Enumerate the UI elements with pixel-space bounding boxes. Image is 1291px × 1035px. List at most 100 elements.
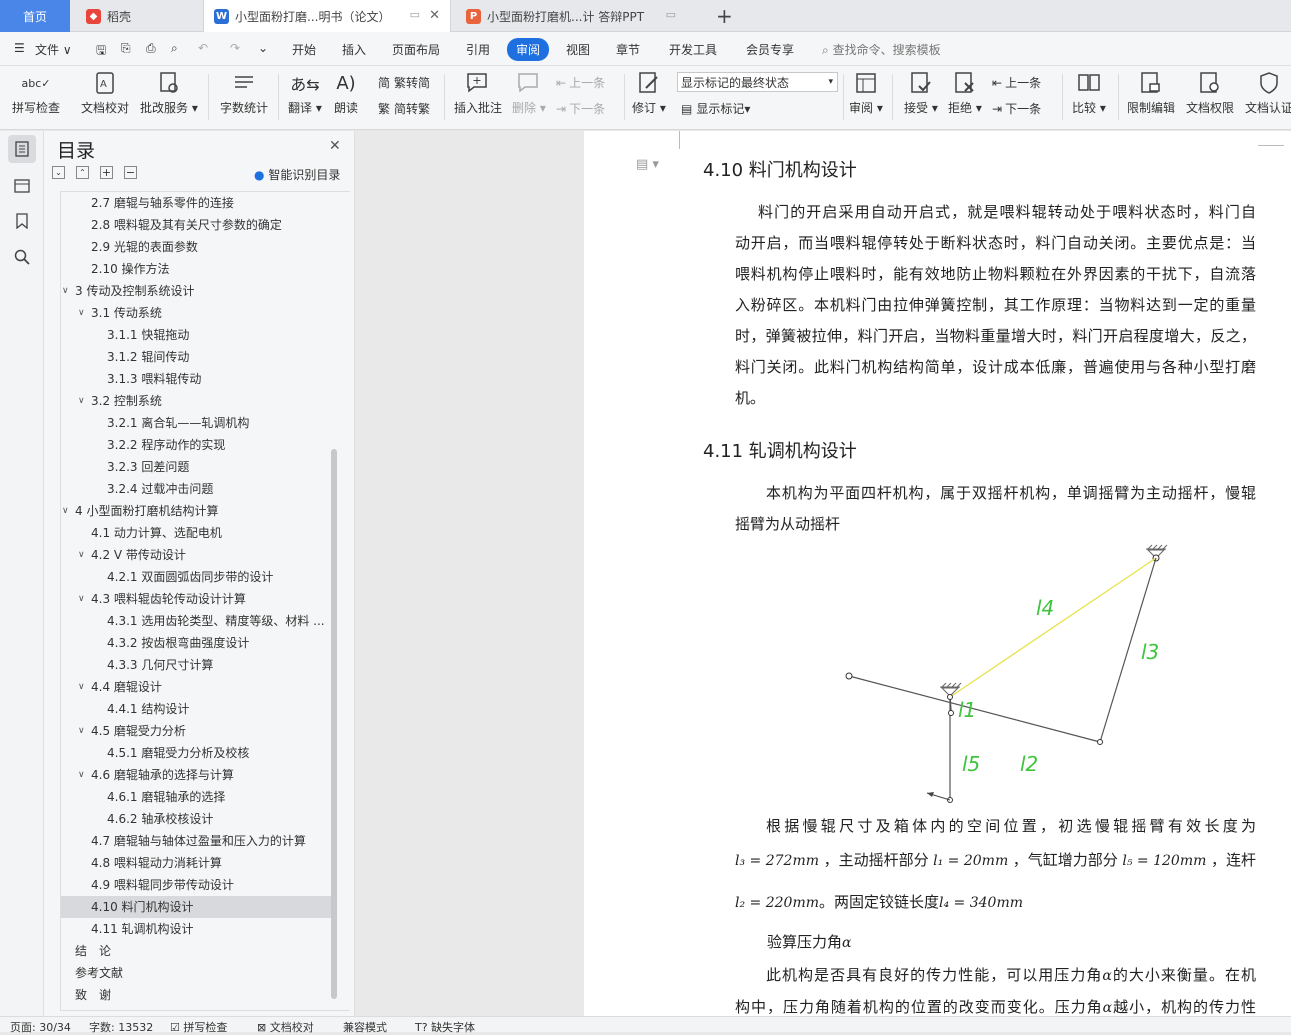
toc-item[interactable]: 3.1.3 喂料辊传动 xyxy=(61,368,333,390)
toc-item[interactable]: 4.10 料门机构设计 xyxy=(61,896,333,918)
prev-change-button[interactable]: ⇤ 上一条 xyxy=(992,74,1041,91)
menu-review[interactable]: 审阅 xyxy=(507,38,550,61)
add-level-icon[interactable]: + xyxy=(100,166,113,179)
toc-scrollbar[interactable] xyxy=(331,449,337,999)
toc-item[interactable]: 3.1.1 快辊拖动 xyxy=(61,324,333,346)
toc-item[interactable]: 2.9 光辊的表面参数 xyxy=(61,236,333,258)
markup-mode-select[interactable]: 显示标记的最终状态 ▾ xyxy=(677,72,838,92)
batch-service-button[interactable]: 批改服务 ▾ xyxy=(140,70,198,116)
prev-comment-button[interactable]: ⇤ 上一条 xyxy=(556,74,605,91)
status-proof[interactable]: ⊠ 文档校对 xyxy=(257,1019,314,1035)
simp-to-trad-button[interactable]: 繁简转繁 xyxy=(378,100,430,117)
new-tab-button[interactable]: + xyxy=(716,0,733,32)
search-icon[interactable] xyxy=(8,243,36,271)
reject-button[interactable]: 拒绝 ▾ xyxy=(948,70,982,116)
preview-icon[interactable]: ⌕ xyxy=(171,41,178,56)
accept-button[interactable]: 接受 ▾ xyxy=(904,70,938,116)
redo-icon[interactable]: ↷ xyxy=(230,41,240,55)
word-count[interactable]: 字数: 13532 xyxy=(89,1019,153,1035)
expand-all-icon[interactable]: ⌄ xyxy=(52,166,65,179)
toc-item[interactable]: ∨ 3.2 控制系统 xyxy=(61,390,333,412)
toc-item[interactable]: 3.2.3 回差问题 xyxy=(61,456,333,478)
chevron-down-icon[interactable]: ∨ xyxy=(78,720,85,742)
menu-developer[interactable]: 开发工具 xyxy=(669,41,717,58)
menu-start[interactable]: 开始 xyxy=(292,41,316,58)
chevron-down-icon[interactable]: ∨ xyxy=(78,544,85,566)
collapse-all-icon[interactable]: ⌃ xyxy=(76,166,89,179)
toc-item[interactable]: 3.2.1 离合轧——轧调机构 xyxy=(61,412,333,434)
doc-auth-button[interactable]: 文档认证 xyxy=(1245,70,1291,116)
tab-float-icon[interactable]: ▭ xyxy=(666,8,676,21)
toc-item[interactable]: 4.9 喂料辊同步带传动设计 xyxy=(61,874,333,896)
wordcount-button[interactable]: 字数统计 xyxy=(220,70,268,116)
toc-item[interactable]: 4.3.3 几何尺寸计算 xyxy=(61,654,333,676)
paragraph-tag-icon[interactable]: ▤ ▾ xyxy=(636,157,659,172)
navigation-icon[interactable] xyxy=(8,171,36,199)
toc-item[interactable]: ∨ 4.4 磨辊设计 xyxy=(61,676,333,698)
toc-item[interactable]: ∨ 4.3 喂料辊齿轮传动设计计算 xyxy=(61,588,333,610)
chevron-down-icon[interactable]: ∨ xyxy=(62,500,69,522)
toc-item[interactable]: 4.5.1 磨辊受力分析及校核 xyxy=(61,742,333,764)
toc-item[interactable]: 4.7 磨辊轴与轴体过盈量和压入力的计算 xyxy=(61,830,333,852)
status-spellcheck[interactable]: ☑ 拼写检查 xyxy=(170,1019,227,1035)
export-icon[interactable]: ⎘ xyxy=(121,41,131,56)
chevron-down-icon[interactable]: ∨ xyxy=(78,764,85,786)
menu-view[interactable]: 视图 xyxy=(566,41,590,58)
compare-button[interactable]: 比较 ▾ xyxy=(1072,70,1106,116)
chevron-down-icon[interactable]: ∨ xyxy=(78,588,85,610)
chevron-down-icon[interactable]: ∨ xyxy=(78,302,85,324)
delete-comment-button[interactable]: 删除 ▾ xyxy=(512,70,546,116)
toc-item[interactable]: 4.6.1 磨辊轴承的选择 xyxy=(61,786,333,808)
toc-item[interactable]: 4.11 轧调机构设计 xyxy=(61,918,333,940)
read-aloud-button[interactable]: A) 朗读 xyxy=(334,70,358,116)
toc-item[interactable]: ∨ 4.5 磨辊受力分析 xyxy=(61,720,333,742)
doc-proof-button[interactable]: A 文档校对 xyxy=(81,70,129,116)
track-changes-button[interactable]: 修订 ▾ xyxy=(632,70,666,116)
command-search[interactable]: ⌕ 查找命令、搜索模板 xyxy=(822,41,941,58)
page-indicator[interactable]: 页面: 30/34 xyxy=(10,1019,71,1035)
toc-item[interactable]: 4.2.1 双面圆弧齿同步带的设计 xyxy=(61,566,333,588)
toc-item[interactable]: ∨ 4.6 磨辊轴承的选择与计算 xyxy=(61,764,333,786)
undo-icon[interactable]: ↶ xyxy=(198,41,208,55)
next-comment-button[interactable]: ⇥ 下一条 xyxy=(556,100,605,117)
toc-item[interactable]: 4.1 动力计算、选配电机 xyxy=(61,522,333,544)
chevron-down-icon[interactable]: ∨ xyxy=(78,390,85,412)
toc-item[interactable]: ∨ 3 传动及控制系统设计 xyxy=(61,280,333,302)
toc-item[interactable]: 2.8 喂料辊及其有关尺寸参数的确定 xyxy=(61,214,333,236)
toc-item[interactable]: 参考文献 xyxy=(61,962,333,984)
toc-item[interactable]: 4.3.1 选用齿轮类型、精度等级、材料 ... xyxy=(61,610,333,632)
spellcheck-button[interactable]: abc✓ 拼写检查 xyxy=(12,70,60,116)
doc-rights-button[interactable]: 文档权限 xyxy=(1186,70,1234,116)
save-icon[interactable]: 🖫 xyxy=(96,41,106,62)
compat-mode[interactable]: 兼容模式 xyxy=(343,1019,387,1035)
toc-item[interactable]: ∨ 3.1 传动系统 xyxy=(61,302,333,324)
menu-insert[interactable]: 插入 xyxy=(342,41,366,58)
menu-reference[interactable]: 引用 xyxy=(466,41,490,58)
insert-comment-button[interactable]: 插入批注 xyxy=(454,70,502,116)
tab-float-icon[interactable]: ▭ xyxy=(410,8,420,21)
toc-item[interactable]: 3.1.2 辊间传动 xyxy=(61,346,333,368)
toc-item[interactable]: 2.7 磨辊与轴系零件的连接 xyxy=(61,192,333,214)
menu-layout[interactable]: 页面布局 xyxy=(392,41,440,58)
remove-level-icon[interactable]: − xyxy=(124,166,137,179)
tab-daoke[interactable]: ◆ 稻壳 xyxy=(72,0,200,32)
toc-panel-icon[interactable] xyxy=(8,135,36,163)
next-change-button[interactable]: ⇥ 下一条 xyxy=(992,100,1041,117)
menu-member[interactable]: 会员专享 xyxy=(746,41,794,58)
toc-item[interactable]: ∨ 4.2 V 带传动设计 xyxy=(61,544,333,566)
document-page[interactable]: ▤ ▾ 4.10 料门机构设计 料门的开启采用自动开启式，就是喂料辊转动处于喂料… xyxy=(584,131,1291,1016)
menu-file[interactable]: 文件 ∨ xyxy=(35,41,72,58)
translate-button[interactable]: あ⇆ 翻译 ▾ xyxy=(288,70,322,116)
hamburger-icon[interactable]: ☰ xyxy=(14,41,25,55)
show-markup-button[interactable]: ▤ 显示标记 ▾ xyxy=(681,100,750,117)
smart-toc-button[interactable]: ● 智能识别目录 xyxy=(254,166,340,183)
toc-item[interactable]: 4.3.2 按齿根弯曲强度设计 xyxy=(61,632,333,654)
bookmark-icon[interactable] xyxy=(8,207,36,235)
menu-chapter[interactable]: 章节 xyxy=(616,41,640,58)
toc-item[interactable]: 2.10 操作方法 xyxy=(61,258,333,280)
close-icon[interactable]: ✕ xyxy=(429,8,440,23)
toc-item[interactable]: 致 谢 xyxy=(61,984,333,1006)
tab-home[interactable]: 首页 xyxy=(0,0,70,32)
tab-presentation[interactable]: P 小型面粉打磨机...计 答辩PPT ▭ xyxy=(456,0,706,32)
restrict-edit-button[interactable]: 限制编辑 xyxy=(1127,70,1175,116)
